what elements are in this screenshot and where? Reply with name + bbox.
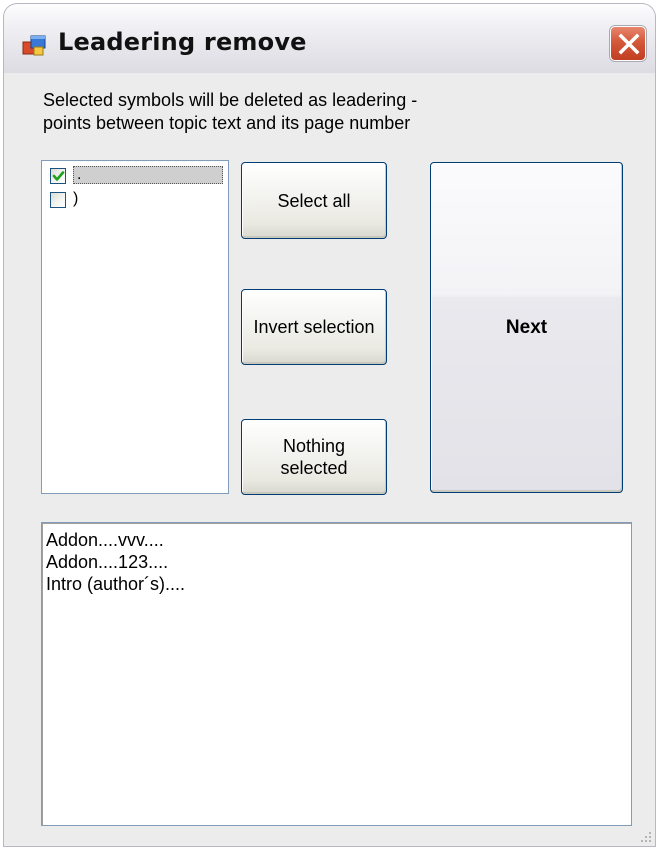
description-line-2: points between topic text and its page n…: [43, 113, 411, 133]
invert-selection-button[interactable]: Invert selection: [241, 289, 387, 365]
resize-grip-icon[interactable]: [637, 828, 653, 844]
next-button[interactable]: Next: [430, 162, 623, 493]
title-bar[interactable]: Leadering remove: [3, 3, 656, 73]
symbol-checkbox-paren[interactable]: [50, 192, 66, 208]
select-all-button[interactable]: Select all: [241, 162, 387, 239]
dialog-body: Selected symbols will be deleted as lead…: [3, 73, 656, 847]
description-text: Selected symbols will be deleted as lead…: [43, 89, 417, 135]
window-app-icon: [22, 35, 46, 56]
checkmark-icon: [52, 171, 65, 181]
preview-line: Addon....123....: [46, 552, 169, 572]
description-line-1: Selected symbols will be deleted as lead…: [43, 90, 418, 110]
preview-line: Addon....vvv....: [46, 530, 164, 550]
preview-line: Intro (author´s)....: [46, 574, 186, 594]
nothing-selected-label-2: selected: [280, 458, 348, 478]
close-button[interactable]: [610, 26, 646, 61]
nothing-selected-label-1: Nothing: [282, 436, 346, 456]
close-icon: [618, 33, 640, 55]
preview-textarea[interactable]: Addon....vvv.... Addon....123.... Intro …: [41, 522, 632, 826]
symbol-label-paren: ): [73, 190, 79, 207]
symbol-item-paren[interactable]: ): [47, 190, 223, 210]
symbol-checkbox-period[interactable]: [50, 168, 66, 184]
leadering-remove-dialog: Leadering remove Selected symbols will b…: [0, 0, 659, 850]
symbol-label-period: .: [73, 166, 223, 184]
symbol-item-period[interactable]: .: [47, 166, 223, 186]
window-title: Leadering remove: [58, 28, 307, 56]
symbol-checklist[interactable]: . ): [41, 160, 229, 494]
nothing-selected-button[interactable]: Nothing selected: [241, 419, 387, 495]
